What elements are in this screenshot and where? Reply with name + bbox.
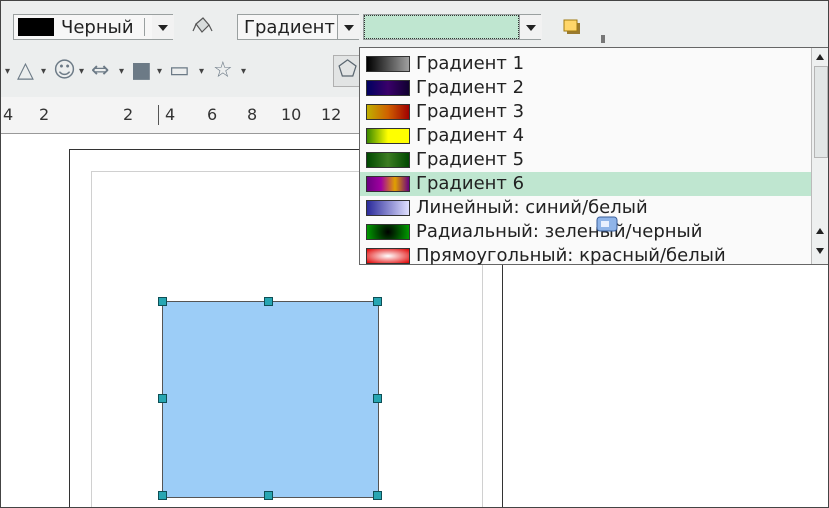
line-color-dropdown-button[interactable] [152,15,174,39]
list-item[interactable]: Градиент 3 [360,100,812,124]
list-item-label: Градиент 6 [416,173,525,194]
resize-handle[interactable] [264,297,273,306]
list-item-label: Радиальный: зеленый/черный [416,221,703,242]
gradient-swatch [366,224,410,240]
list-item[interactable]: Градиент 1 [360,52,812,76]
resize-handle[interactable] [158,491,167,500]
area-style-combo[interactable]: Градиент [237,14,360,40]
shadow-icon[interactable] [561,17,583,39]
gradient-swatch [366,200,410,216]
flowchart-icon[interactable]: ■ [131,58,152,84]
paint-bucket-icon[interactable] [191,15,215,37]
dropdown-arrow-icon[interactable]: ▾ [41,66,46,77]
dropdown-arrow-icon[interactable]: ▾ [79,66,84,77]
gradient-swatch [366,176,410,192]
line-color-label: Черный [61,17,134,38]
combo-divider [144,18,145,36]
area-fill-focus-value [364,15,519,39]
ruler-indent-marker[interactable] [158,105,159,125]
ruler-tick: 8 [247,105,258,124]
ruler-tick: 6 [207,105,218,124]
scroll-thumb[interactable] [814,66,828,158]
dropdown-arrow-icon[interactable]: ▾ [5,66,10,77]
area-style-label: Градиент [244,17,335,38]
points-icon: ⬠ [338,57,358,82]
dropdown-arrow-icon[interactable]: ▾ [157,66,162,77]
gradient-swatch [366,152,410,168]
line-color-combo[interactable]: Черный [13,14,174,40]
impress-window: Черный Градиент ▾ △ ▾ ☺ ▾ ⇔ ▾ ■ ▾ ▭ ▾ ☆ … [0,0,829,508]
gradient-swatch [366,128,410,144]
list-item-label: Градиент 1 [416,53,525,74]
line-color-swatch [18,18,54,36]
stars-icon[interactable]: ☆ [213,58,233,84]
ruler-tick: 2 [39,105,50,124]
dropdown-arrow-icon[interactable]: ▾ [199,66,204,77]
ruler-tick: 4 [3,105,14,124]
list-item[interactable]: Градиент 5 [360,148,812,172]
resize-handle[interactable] [158,394,167,403]
horizontal-ruler: 4 2 2 4 6 8 10 12 [1,97,361,134]
list-item-label: Градиент 4 [416,125,525,146]
basic-shapes-icon[interactable]: △ [17,58,34,84]
list-item[interactable]: Линейный: синий/белый [360,196,812,220]
drawing-toolbar: ▾ △ ▾ ☺ ▾ ⇔ ▾ ■ ▾ ▭ ▾ ☆ ▾ ⬠ [1,47,363,97]
resize-handle[interactable] [373,297,382,306]
block-arrows-icon[interactable]: ⇔ [91,58,109,84]
resize-handle[interactable] [264,491,273,500]
gradient-swatch [366,80,410,96]
selected-rectangle-shape[interactable] [162,301,379,498]
resize-handle[interactable] [373,491,382,500]
gradient-swatch [366,104,410,120]
list-scrollbar[interactable] [811,48,828,264]
gradient-swatch [366,248,410,264]
list-item-label: Градиент 5 [416,149,525,170]
dropdown-arrow-icon[interactable]: ▾ [119,66,124,77]
list-item-selected[interactable]: Градиент 6 [360,172,812,196]
scroll-down-arrow-icon[interactable] [816,248,824,254]
resize-handle[interactable] [373,394,382,403]
list-item[interactable]: Градиент 2 [360,76,812,100]
ruler-tick: 12 [321,105,342,124]
ruler-tick: 4 [165,105,176,124]
scroll-up-arrow-icon[interactable] [816,54,824,60]
scroll-up-arrow-icon[interactable] [816,228,824,234]
gradient-dropdown-list[interactable]: Градиент 1 Градиент 2 Градиент 3 Градиен… [359,47,828,268]
symbol-shapes-icon[interactable]: ☺ [53,58,76,84]
list-item-label: Линейный: синий/белый [416,197,648,218]
dropdown-arrow-icon[interactable]: ▾ [241,66,246,77]
area-fill-combo[interactable] [363,14,542,40]
gradient-swatch [366,56,410,72]
toolbar-overflow-marker[interactable] [601,35,605,43]
ruler-tick: 10 [281,105,302,124]
callouts-icon[interactable]: ▭ [169,58,190,84]
list-item[interactable]: Радиальный: зеленый/черный [360,220,812,244]
line-and-filling-toolbar: Черный Градиент [1,1,828,47]
list-item-label: Градиент 2 [416,77,525,98]
area-fill-dropdown-button[interactable] [519,15,542,39]
ruler-tick: 2 [123,105,134,124]
area-style-dropdown-button[interactable] [337,15,360,39]
list-item-label: Прямоугольный: красный/белый [416,245,726,266]
list-item[interactable]: Градиент 4 [360,124,812,148]
list-item[interactable]: Прямоугольный: красный/белый [360,244,812,268]
list-item-label: Градиент 3 [416,101,525,122]
drag-cursor-icon [596,216,618,232]
resize-handle[interactable] [158,297,167,306]
